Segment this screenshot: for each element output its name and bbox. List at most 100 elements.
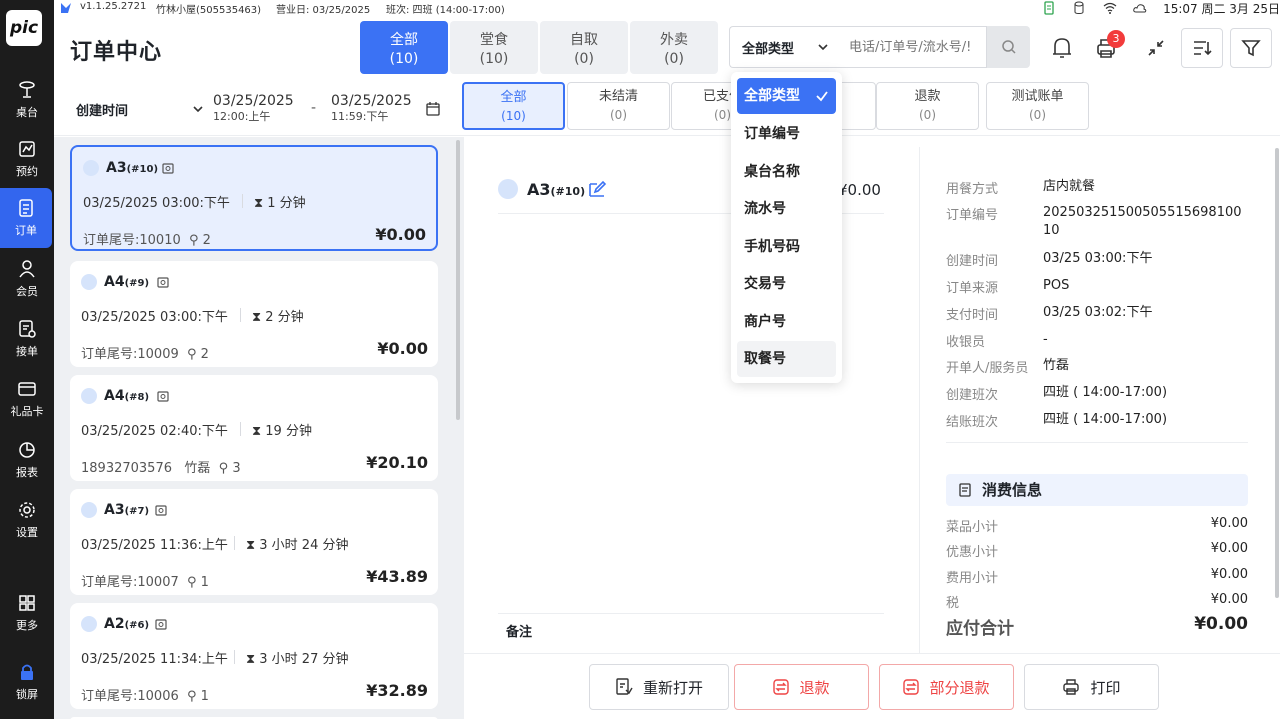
- detail-amount: ¥0.00: [838, 181, 881, 199]
- detail-table: A3(#10): [527, 180, 585, 199]
- guest-count: 3: [232, 461, 241, 476]
- dropdown-option-serial-number[interactable]: 流水号: [737, 191, 836, 227]
- sidebar-item-accept-orders[interactable]: 接单: [0, 309, 54, 369]
- sidebar-item-tables[interactable]: 桌台: [0, 70, 54, 130]
- edit-icon[interactable]: [587, 179, 607, 199]
- dropdown-option-phone[interactable]: 手机号码: [737, 229, 836, 265]
- option-label: 流水号: [744, 201, 786, 217]
- order-seq: (#9): [124, 278, 150, 289]
- order-card[interactable]: A4(#8) 03/25/2025 02:40:下午 ⧗ 19 分钟 18932…: [70, 375, 438, 481]
- type-select[interactable]: 全部类型: [729, 26, 839, 68]
- status-tab-label: 测试账单: [1011, 89, 1064, 104]
- sidebar-item-settings[interactable]: 设置: [0, 490, 54, 550]
- search-button[interactable]: [987, 26, 1030, 68]
- status-tab-count: (0): [610, 108, 627, 122]
- camera-icon: [157, 277, 169, 288]
- store-name: 竹林小屋(505535463): [156, 5, 262, 16]
- sidebar: pic 桌台 预约 订单 会员 接单 礼品卡 报表 设置 更多 锁屏: [0, 0, 54, 719]
- settings-icon: [19, 502, 35, 518]
- divider: [240, 422, 241, 436]
- dropdown-option-merchant[interactable]: 商户号: [737, 304, 836, 340]
- detail-scrollbar[interactable]: [1275, 148, 1279, 598]
- sidebar-item-reservation[interactable]: 预约: [0, 129, 54, 189]
- info-value: 四班 ( 14:00-17:00): [1043, 385, 1168, 400]
- info-value: 03/25 03:00:下午: [1043, 251, 1153, 266]
- order-tail-number: 订单尾号:10010: [83, 233, 181, 248]
- staff-name: 竹磊: [184, 461, 211, 476]
- table-icon: [19, 81, 35, 98]
- dropdown-option-all-types[interactable]: 全部类型: [737, 78, 836, 114]
- dropdown-option-transaction[interactable]: 交易号: [737, 266, 836, 302]
- channel-tab-dine-in[interactable]: 堂食 (10): [450, 21, 538, 74]
- channel-tab-pickup[interactable]: 自取 (0): [540, 21, 628, 74]
- order-tail-number: 订单尾号:10009: [81, 347, 179, 362]
- order-card[interactable]: A2(#6) 03/25/2025 11:34:上午 ⧗ 3 小时 27 分钟 …: [70, 603, 438, 709]
- order-duration: ⧗ 1 分钟: [254, 196, 306, 211]
- guest-count: 2: [200, 347, 209, 362]
- status-tab-test-bill[interactable]: 测试账单 (0): [986, 82, 1089, 130]
- sidebar-item-orders[interactable]: 订单: [0, 188, 52, 248]
- refund-button[interactable]: 退款: [734, 664, 869, 710]
- consume-row: 菜品小计 ¥0.00: [946, 516, 1248, 535]
- consume-section-header: 消费信息: [946, 474, 1248, 506]
- filter-button[interactable]: [1230, 28, 1272, 68]
- sidebar-item-gift-card[interactable]: 礼品卡: [0, 369, 54, 429]
- sidebar-item-lock-screen[interactable]: 锁屏: [0, 652, 54, 712]
- info-label: 创建时间: [946, 254, 999, 269]
- order-icon: [19, 199, 33, 217]
- option-label: 桌台名称: [744, 164, 800, 180]
- channel-tab-delivery[interactable]: 外卖 (0): [630, 21, 718, 74]
- info-value: 202503251500505515698100 10: [1043, 205, 1242, 238]
- channel-tab-count: (10): [479, 51, 509, 67]
- duration-text: 3 小时 27 分钟: [259, 652, 349, 667]
- order-tail-number: 订单尾号:10007: [81, 575, 179, 590]
- date-range-picker[interactable]: 创建时间 03/25/2025 12:00:上午 - 03/25/2025 11:5…: [66, 84, 451, 132]
- dropdown-option-table-name[interactable]: 桌台名称: [737, 154, 836, 190]
- order-seq: (#6): [124, 620, 150, 631]
- info-label: 订单来源: [946, 281, 999, 296]
- status-tab-label: 全部: [500, 90, 527, 105]
- order-card[interactable]: A3(#7) 03/25/2025 11:36:上午 ⧗ 3 小时 24 分钟 …: [70, 489, 438, 595]
- end-time: 11:59:下午: [331, 110, 389, 123]
- print-button[interactable]: 打印: [1024, 664, 1159, 710]
- reservation-icon: [19, 141, 35, 157]
- status-tab-unsettled[interactable]: 未结清 (0): [567, 82, 670, 130]
- partial-refund-button[interactable]: 部分退款: [879, 664, 1014, 710]
- order-card[interactable]: A4(#9) 03/25/2025 03:00:下午 ⧗ 2 分钟 订单尾号:1…: [70, 261, 438, 367]
- dropdown-option-pickup-number[interactable]: 取餐号: [737, 341, 836, 377]
- list-scrollbar[interactable]: [456, 140, 460, 420]
- reopen-button[interactable]: 重新打开: [589, 664, 729, 710]
- order-table: A4(#8): [104, 388, 149, 404]
- order-tail: 订单尾号:10009 ⚲ 2: [81, 347, 209, 362]
- status-tab-refund[interactable]: 退款 (0): [876, 82, 979, 130]
- lock-icon: [21, 664, 33, 680]
- total-row: 应付合计 ¥0.00: [946, 614, 1248, 639]
- notification-button[interactable]: [1041, 28, 1083, 68]
- collapse-button[interactable]: [1135, 28, 1177, 68]
- dropdown-option-order-number[interactable]: 订单编号: [737, 116, 836, 152]
- sort-button[interactable]: [1181, 28, 1223, 68]
- sidebar-item-reports[interactable]: 报表: [0, 430, 54, 490]
- status-tab-all[interactable]: 全部 (10): [462, 82, 565, 130]
- database-icon: [1074, 1, 1084, 14]
- print-label: 打印: [1090, 678, 1121, 697]
- order-card[interactable]: A3(#10) 03/25/2025 03:00:下午 ⧗ 1 分钟 订单尾号:…: [70, 145, 438, 251]
- sidebar-item-members[interactable]: 会员: [0, 249, 54, 309]
- wifi-icon: [1103, 2, 1117, 14]
- guest-count: 2: [202, 233, 211, 248]
- info-label: 订单编号: [946, 208, 999, 223]
- consume-label: 费用小计: [946, 571, 999, 586]
- status-tab-count: (10): [501, 109, 526, 123]
- order-time: 03/25/2025 03:00:下午: [81, 310, 228, 325]
- order-table: A3(#10): [106, 160, 158, 176]
- status-tab-count: (0): [1029, 108, 1046, 122]
- order-table: A4(#9): [104, 274, 149, 290]
- duration-text: 3 小时 24 分钟: [259, 538, 349, 553]
- printer-icon: [1063, 679, 1080, 695]
- sidebar-item-label: 预约: [16, 165, 38, 178]
- sidebar-item-more[interactable]: 更多: [0, 583, 54, 643]
- channel-tab-all[interactable]: 全部 (10): [360, 21, 448, 74]
- header: 订单中心 全部 (10) 堂食 (10) 自取 (0) 外卖 (0) 全部类型: [54, 16, 1280, 80]
- search-input[interactable]: [839, 26, 987, 68]
- table-name: A4: [104, 388, 125, 404]
